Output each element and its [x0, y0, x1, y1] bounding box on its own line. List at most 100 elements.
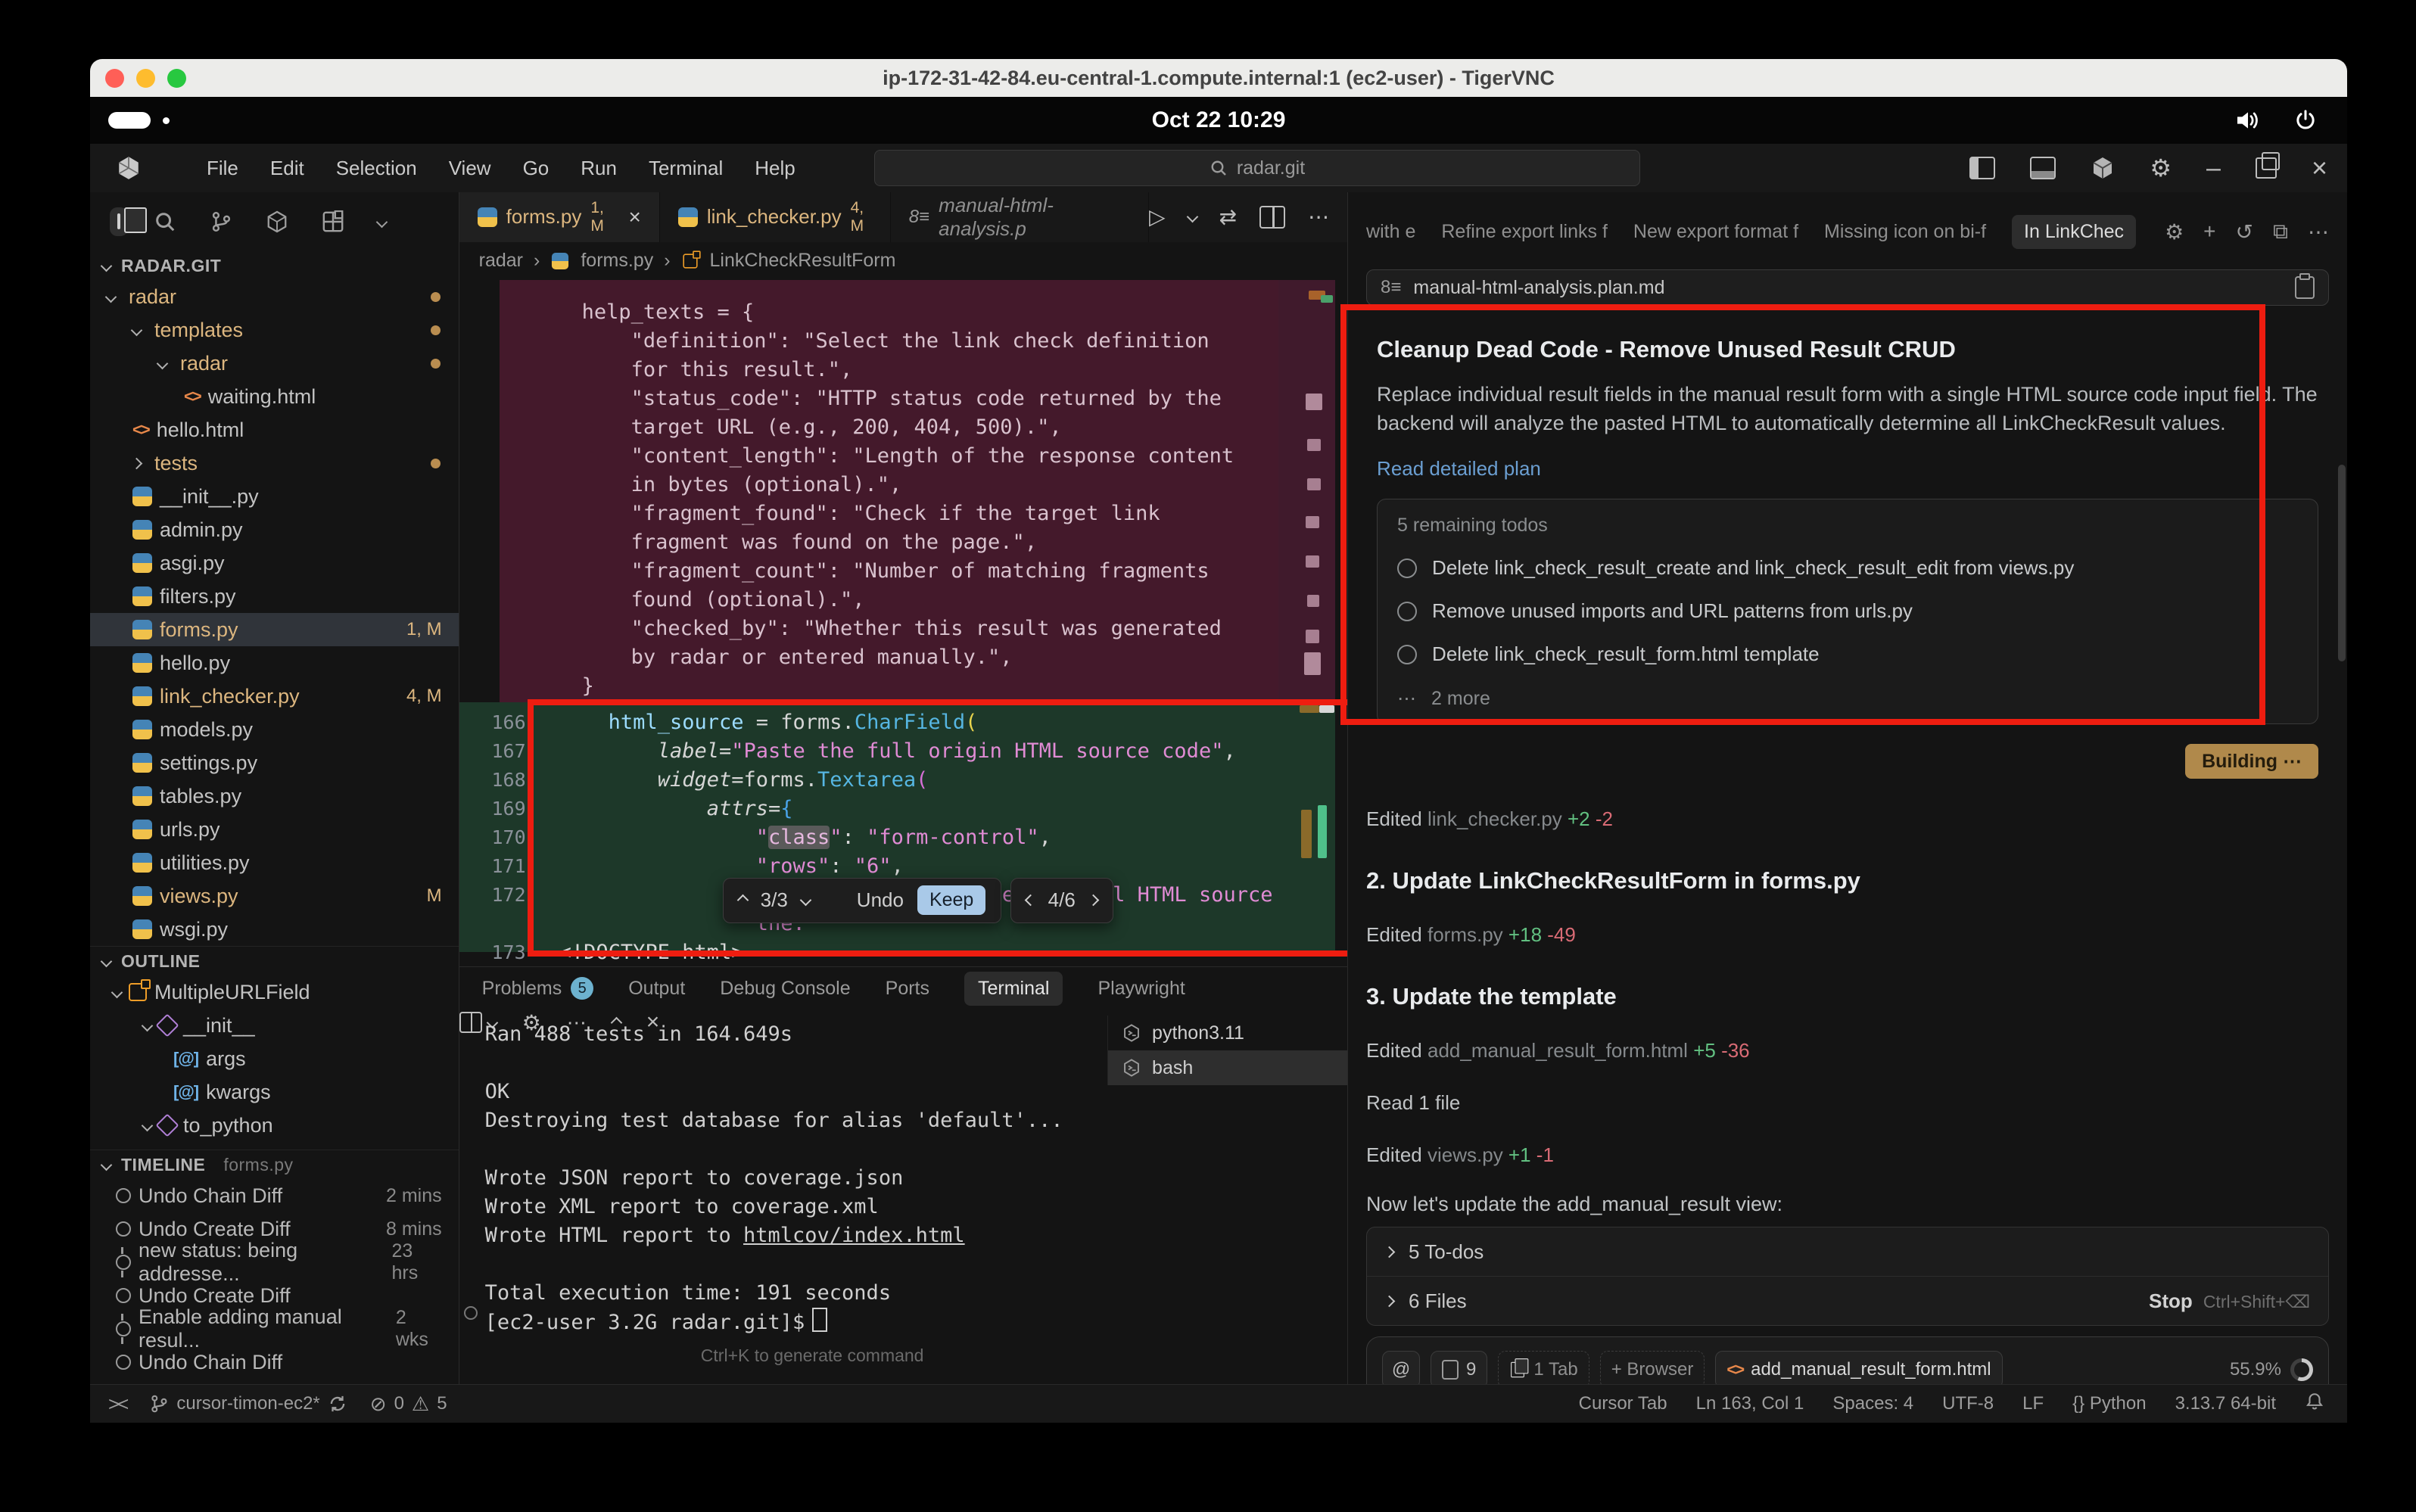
count-chip[interactable]: 9	[1431, 1351, 1487, 1389]
panel-tab-problems[interactable]: Problems5	[482, 977, 594, 1000]
explorer-section-header[interactable]: RADAR.GIT	[90, 251, 459, 280]
volume-icon[interactable]	[2235, 109, 2261, 132]
extensions-icon[interactable]	[266, 210, 288, 233]
context-usage[interactable]: 55.9%	[2230, 1358, 2313, 1381]
tree-item-forms.py[interactable]: forms.py1, M	[90, 613, 459, 646]
minimap[interactable]	[1278, 280, 1335, 952]
chat-tab-refine-export-links-f[interactable]: Refine export links f	[1441, 221, 1608, 243]
panel-tab-ports[interactable]: Ports	[886, 978, 929, 1000]
tree-item-asgi.py[interactable]: asgi.py	[90, 546, 459, 580]
files-expander[interactable]: 6 Files StopCtrl+Shift+⌫	[1367, 1276, 2328, 1325]
todo-item[interactable]: Delete link_check_result_form.html templ…	[1397, 642, 2298, 666]
pager-prev-icon[interactable]	[1024, 894, 1036, 907]
toggle-sidebar-icon[interactable]	[1969, 157, 1995, 179]
tree-item-radar[interactable]: radar	[90, 280, 459, 313]
editor-more-icon[interactable]: ⋯	[1308, 204, 1329, 229]
edited-file-row[interactable]: Edited views.py +1 -1	[1366, 1143, 2329, 1167]
tree-item-__init__.py[interactable]: __init__.py	[90, 480, 459, 513]
tree-item-link_checker.py[interactable]: link_checker.py4, M	[90, 680, 459, 713]
breadcrumb-item[interactable]: LinkCheckResultForm	[710, 250, 896, 272]
tree-item-wsgi.py[interactable]: wsgi.py	[90, 913, 459, 946]
status-item-cursor-tab[interactable]: Cursor Tab	[1579, 1393, 1667, 1414]
stop-button[interactable]: StopCtrl+Shift+⌫	[2149, 1290, 2310, 1313]
search-activity-icon[interactable]	[154, 210, 176, 233]
close-window-button[interactable]	[105, 69, 124, 88]
terminal-profile-bash[interactable]: bash	[1108, 1050, 1347, 1085]
cursor-cube-icon[interactable]	[2091, 156, 2115, 180]
todos-more[interactable]: ⋯2 more	[1397, 687, 2298, 710]
status-item-utf-8[interactable]: UTF-8	[1942, 1393, 1994, 1414]
menu-go[interactable]: Go	[523, 157, 550, 180]
plan-file-header[interactable]: 8≡ manual-html-analysis.plan.md	[1366, 269, 2329, 306]
timeline-item[interactable]: new status: being addresse...23 hrs	[90, 1246, 459, 1279]
menu-view[interactable]: View	[449, 157, 491, 180]
browser-chip[interactable]: + Browser	[1600, 1351, 1705, 1389]
status-item--python[interactable]: {} Python	[2072, 1393, 2146, 1414]
chat-copy-icon[interactable]: ⧉	[2273, 219, 2288, 244]
timeline-item[interactable]: Undo Chain Diff2 mins	[90, 1179, 459, 1212]
outline-item-value[interactable]: [@]value	[90, 1142, 459, 1150]
close-icon[interactable]: ×	[2312, 152, 2327, 184]
status-item-lf[interactable]: LF	[2022, 1393, 2044, 1414]
outline-item-to_python[interactable]: to_python	[90, 1109, 459, 1142]
menu-help[interactable]: Help	[755, 157, 795, 180]
tree-item-views.py[interactable]: views.pyM	[90, 879, 459, 913]
read-file-row[interactable]: Read 1 file	[1366, 1091, 2329, 1115]
tree-item-urls.py[interactable]: urls.py	[90, 813, 459, 846]
keep-button[interactable]: Keep	[917, 885, 985, 915]
split-editor-icon[interactable]	[1259, 206, 1285, 229]
editor-tab-link_checker.py[interactable]: link_checker.py4, M	[660, 192, 891, 242]
status-item-3-13-7-64-bit[interactable]: 3.13.7 64-bit	[2175, 1393, 2276, 1414]
zoom-window-button[interactable]	[167, 69, 186, 88]
terminal-profile-python3.11[interactable]: python3.11	[1108, 1016, 1347, 1050]
panel-tab-output[interactable]: Output	[628, 978, 685, 1000]
chat-history-icon[interactable]: ↺	[2236, 219, 2253, 244]
tab-chip[interactable]: 1 Tab	[1498, 1351, 1589, 1389]
outline-section-header[interactable]: OUTLINE	[90, 946, 459, 975]
power-icon[interactable]	[2294, 109, 2317, 132]
minimize-window-button[interactable]	[136, 69, 155, 88]
edited-file-row[interactable]: Edited forms.py +18 -49	[1366, 923, 2329, 947]
terminal-output[interactable]: Ran 488 tests in 164.649s OKDestroying t…	[485, 1020, 1166, 1337]
chat-scrollbar[interactable]	[2338, 465, 2346, 661]
timeline-item[interactable]: Undo Chain Diff	[90, 1346, 459, 1379]
breadcrumb-item[interactable]: forms.py	[581, 250, 653, 272]
tree-item-hello.html[interactable]: <>hello.html	[90, 413, 459, 446]
compare-changes-icon[interactable]: ⇄	[1219, 204, 1237, 229]
settings-gear-icon[interactable]: ⚙	[2150, 154, 2172, 182]
menu-edit[interactable]: Edit	[270, 157, 304, 180]
chat-settings-gear-icon[interactable]: ⚙	[2165, 219, 2184, 244]
clipboard-icon[interactable]	[2295, 276, 2315, 299]
new-chat-icon[interactable]: +	[2203, 219, 2215, 244]
todos-expander[interactable]: 5 To-dos	[1367, 1227, 2328, 1276]
restore-icon[interactable]	[2256, 157, 2277, 179]
panel-tab-playwright[interactable]: Playwright	[1097, 978, 1185, 1000]
editor-tab-forms.py[interactable]: forms.py1, M×	[459, 192, 660, 242]
diff-next-icon[interactable]	[800, 894, 812, 907]
outline-item-MultipleURLField[interactable]: MultipleURLField	[90, 975, 459, 1009]
panel-tab-debug-console[interactable]: Debug Console	[720, 978, 850, 1000]
chat-tab-in-linkchec[interactable]: In LinkChec	[2012, 215, 2136, 249]
tree-item-models.py[interactable]: models.py	[90, 713, 459, 746]
code-editor[interactable]: help_texts = {"definition": "Select the …	[459, 280, 1347, 966]
git-branch-item[interactable]: cursor-timon-ec2*	[149, 1393, 347, 1414]
menu-terminal[interactable]: Terminal	[649, 157, 723, 180]
outline-item-__init__[interactable]: __init__	[90, 1009, 459, 1042]
tree-item-tables.py[interactable]: tables.py	[90, 779, 459, 813]
tree-item-radar[interactable]: radar	[90, 347, 459, 380]
command-search-box[interactable]: radar.git	[874, 150, 1640, 186]
editor-tab-manual-html-analysis.p[interactable]: 8≡manual-html-analysis.p	[891, 192, 1149, 242]
toggle-panel-icon[interactable]	[2030, 157, 2056, 179]
menu-run[interactable]: Run	[581, 157, 617, 180]
panel-tab-terminal[interactable]: Terminal	[964, 972, 1063, 1006]
tree-item-utilities.py[interactable]: utilities.py	[90, 846, 459, 879]
mention-chip[interactable]: @	[1382, 1351, 1420, 1389]
remote-indicator-icon[interactable]: ><	[108, 1392, 126, 1416]
tree-item-tests[interactable]: tests	[90, 446, 459, 480]
todo-item[interactable]: Delete link_check_result_create and link…	[1397, 556, 2298, 580]
minimize-icon[interactable]: –	[2206, 154, 2221, 183]
pager-next-icon[interactable]	[1088, 894, 1100, 907]
run-dropdown-icon[interactable]	[1186, 211, 1198, 223]
source-control-icon[interactable]	[210, 210, 232, 233]
terminal-prompt[interactable]: [ec2-user 3.2G radar.git]$	[485, 1308, 1166, 1337]
